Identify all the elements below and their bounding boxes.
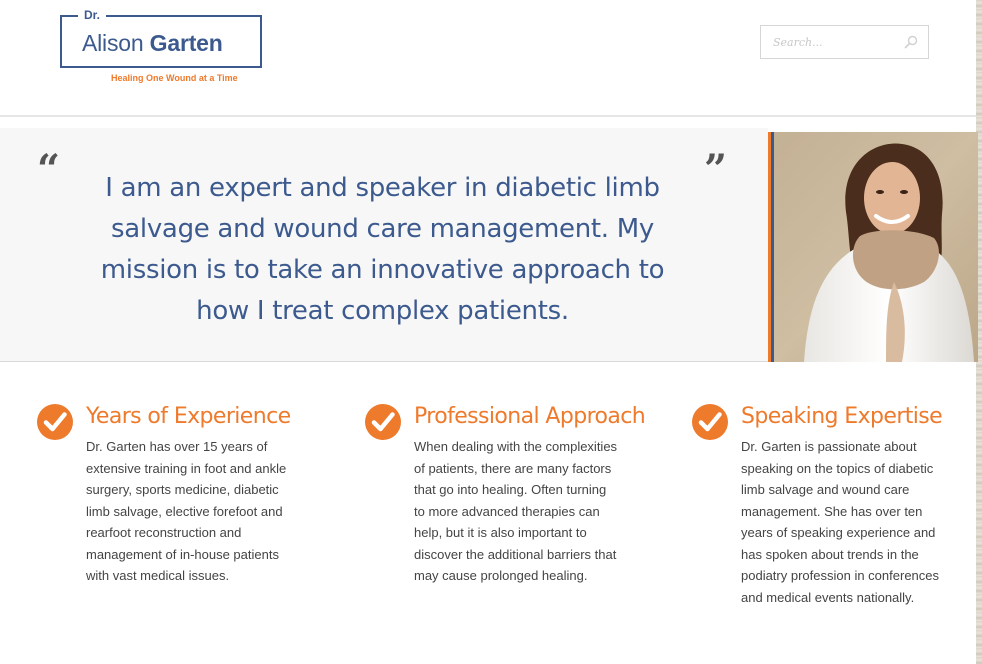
close-quote-mark: ” <box>704 146 728 193</box>
logo-name: Alison Garten <box>82 30 223 57</box>
feature-body: Dr. Garten is passionate about speaking … <box>741 439 940 605</box>
feature-title: Years of Experience <box>86 404 291 429</box>
feature-title: Professional Approach <box>414 404 646 429</box>
search-input[interactable] <box>769 26 902 58</box>
logo-first-name: Alison <box>82 30 144 56</box>
feature-body: When dealing with the complexities of pa… <box>414 439 618 583</box>
search-box <box>760 25 929 59</box>
checkmark-circle-icon <box>692 404 728 440</box>
logo-tagline: Healing One Wound at a Time <box>111 73 238 83</box>
open-quote-mark: “ <box>37 146 61 193</box>
portrait-accent-bar <box>768 132 771 362</box>
hero-quote: I am an expert and speaker in diabetic l… <box>100 173 665 326</box>
logo-prefix: Dr. <box>78 8 107 22</box>
logo-last-name: Garten <box>149 30 223 56</box>
site-header: Dr. Alison Garten Healing One Wound at a… <box>0 0 976 117</box>
checkmark-circle-icon <box>365 404 401 440</box>
search-icon[interactable] <box>904 35 918 49</box>
header-divider <box>0 115 976 117</box>
portrait-frame <box>768 132 978 362</box>
feature-title: Speaking Expertise <box>741 404 943 429</box>
portrait-photo <box>774 132 978 362</box>
site-logo[interactable]: Dr. Alison Garten <box>60 8 262 68</box>
checkmark-circle-icon <box>37 404 73 440</box>
feature-body: Dr. Garten has over 15 years of extensiv… <box>86 439 287 583</box>
